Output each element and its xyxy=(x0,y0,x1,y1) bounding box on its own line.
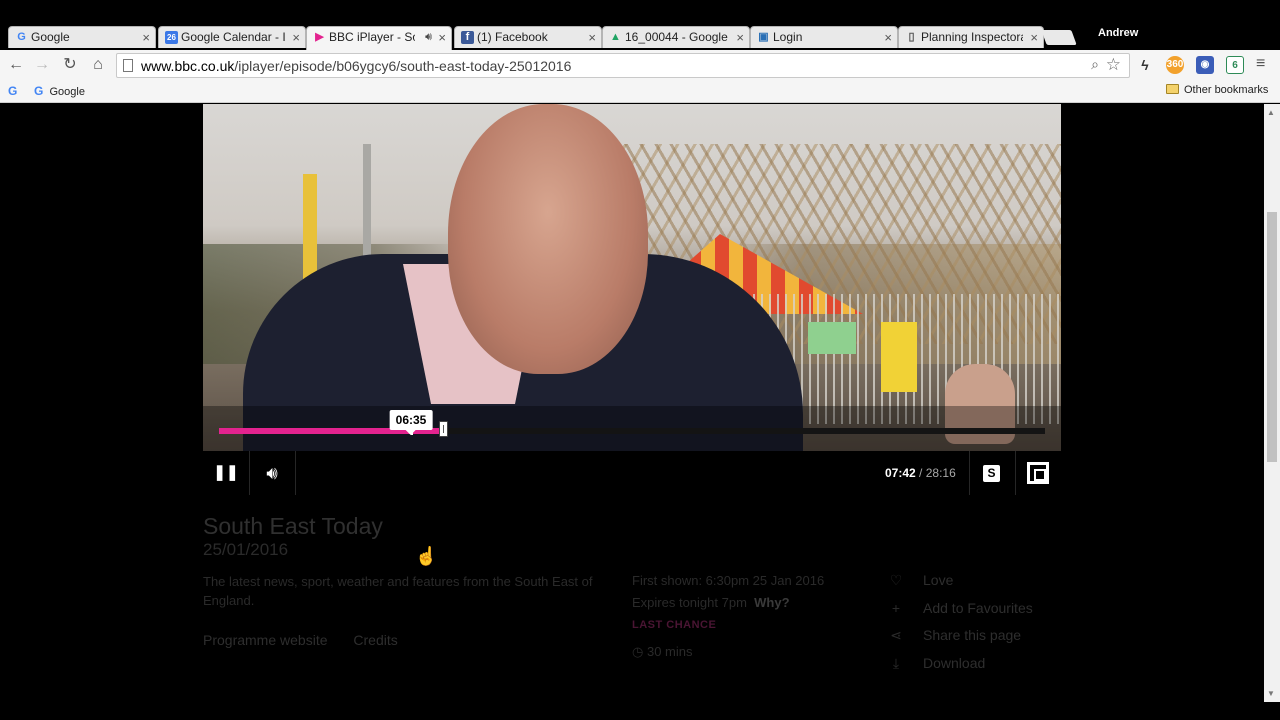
url-text[interactable]: www.bbc.co.uk/iplayer/episode/b06ygcy6/s… xyxy=(141,58,571,74)
heart-icon: ♡ xyxy=(889,572,903,588)
tab-label: Planning Inspectora xyxy=(921,30,1023,44)
tab-label: Google xyxy=(31,30,70,44)
tab-facebook[interactable]: f (1) Facebook × xyxy=(454,26,602,48)
reload-icon[interactable]: ↻ xyxy=(60,55,80,75)
expires-text: Expires tonight 7pm xyxy=(632,595,747,610)
tab-google-calendar[interactable]: 26 Google Calendar - I × xyxy=(158,26,306,48)
programme-description: The latest news, sport, weather and feat… xyxy=(203,574,593,608)
drive-favicon-icon: ▲ xyxy=(610,31,621,43)
why-link[interactable]: Why? xyxy=(754,595,789,610)
tab-label: Login xyxy=(773,30,803,44)
close-icon[interactable]: × xyxy=(438,27,446,48)
google-favicon-icon: G xyxy=(17,31,26,43)
document-favicon-icon: ▯ xyxy=(908,31,915,43)
browser-tab-strip: G Google × 26 Google Calendar - I × ▶ BB… xyxy=(0,0,1280,50)
subtitles-button[interactable]: S xyxy=(983,465,1000,482)
programme-duration: ◷ 30 mins xyxy=(632,644,693,659)
login-favicon-icon: ▣ xyxy=(758,31,769,43)
scroll-up-arrow-icon[interactable]: ▲ xyxy=(1267,108,1275,117)
lightning-extension-icon[interactable]: ϟ xyxy=(1136,56,1154,74)
home-icon[interactable]: ⌂ xyxy=(88,55,108,75)
progress-area[interactable]: 06:35 xyxy=(203,406,1061,451)
green-sign xyxy=(808,322,856,354)
tab-google[interactable]: G Google × xyxy=(8,26,156,48)
progress-track[interactable]: 06:35 xyxy=(219,410,1045,437)
total-time: / 28:16 xyxy=(919,466,956,480)
address-bar[interactable]: www.bbc.co.uk/iplayer/episode/b06ygcy6/s… xyxy=(116,53,1130,78)
share-button[interactable]: ⋖ Share this page xyxy=(888,624,1033,652)
close-icon[interactable]: × xyxy=(736,27,744,48)
last-chance-badge: LAST CHANCE xyxy=(632,619,717,631)
scroll-down-arrow-icon[interactable]: ▼ xyxy=(1267,689,1275,698)
folder-icon xyxy=(1166,84,1179,94)
google-icon: G xyxy=(34,84,44,98)
close-icon[interactable]: × xyxy=(292,27,300,48)
extension-green-icon[interactable]: 6 xyxy=(1226,56,1244,74)
page-icon xyxy=(123,59,133,72)
clock-icon: ◷ xyxy=(632,644,644,659)
bookmark-google[interactable]: G Google xyxy=(34,84,85,98)
close-icon[interactable]: × xyxy=(588,27,596,48)
plus-icon: + xyxy=(891,599,901,616)
speaker-icon[interactable]: 🔊︎ xyxy=(425,27,432,48)
tab-login[interactable]: ▣ Login × xyxy=(750,26,898,48)
programme-actions: ♡ Love + Add to Favourites ⋖ Share this pag… xyxy=(888,569,1033,679)
download-icon: ⤓ xyxy=(892,654,900,671)
presenter-head xyxy=(448,104,648,374)
apps-google-icon[interactable]: G xyxy=(8,84,17,98)
yellow-sign xyxy=(881,322,917,392)
close-icon[interactable]: × xyxy=(884,27,892,48)
close-icon[interactable]: × xyxy=(1030,27,1038,48)
tab-label: (1) Facebook xyxy=(477,30,548,44)
tab-label: Google Calendar - I xyxy=(181,30,285,44)
credits-link[interactable]: Credits xyxy=(353,632,397,648)
programme-website-link[interactable]: Programme website xyxy=(203,632,328,648)
close-icon[interactable]: × xyxy=(142,27,150,48)
fullscreen-icon[interactable] xyxy=(1027,462,1049,484)
forward-arrow-icon[interactable]: → xyxy=(32,55,52,75)
programme-title: South East Today xyxy=(203,513,383,539)
scroll-thumb[interactable] xyxy=(1267,212,1277,462)
time-tooltip: 06:35 xyxy=(389,410,433,435)
time-display: 07:42 / 28:16 xyxy=(885,451,956,495)
tab-label: 16_00044 - Google xyxy=(625,30,728,44)
extension-blue-icon[interactable]: ◉ xyxy=(1196,56,1214,74)
player-controls: ❚❚ 🔊︎ 07:42 / 28:16 S xyxy=(203,451,1061,495)
bookmark-star-icon[interactable]: ☆ xyxy=(1106,55,1121,75)
bookmarks-bar: G G Google Other bookmarks xyxy=(0,81,1280,103)
chrome-menu-icon[interactable]: ≡ xyxy=(1256,55,1265,73)
iplayer-page: 06:35 ❚❚ 🔊︎ 07:42 / 28:16 S ☝ South East… xyxy=(0,104,1264,702)
add-to-favourites-button[interactable]: + Add to Favourites xyxy=(888,597,1033,625)
tab-planning-inspectorate[interactable]: ▯ Planning Inspectora × xyxy=(898,26,1044,48)
download-button[interactable]: ⤓ Download xyxy=(888,652,1033,680)
browser-toolbar: ← → ↻ ⌂ www.bbc.co.uk/iplayer/episode/b0… xyxy=(0,50,1280,81)
other-bookmarks[interactable]: Other bookmarks xyxy=(1166,84,1268,96)
love-button[interactable]: ♡ Love xyxy=(888,569,1033,597)
share-icon: ⋖ xyxy=(890,627,902,643)
video-player[interactable]: 06:35 ❚❚ 🔊︎ 07:42 / 28:16 S xyxy=(203,104,1061,495)
facebook-favicon-icon: f xyxy=(461,31,474,44)
programme-links: Programme website Credits xyxy=(203,632,420,648)
calendar-favicon-icon: 26 xyxy=(165,31,178,44)
tab-google-drive[interactable]: ▲ 16_00044 - Google × xyxy=(602,26,750,48)
profile-name[interactable]: Andrew xyxy=(1098,27,1138,39)
first-shown: First shown: 6:30pm 25 Jan 2016 xyxy=(632,573,825,588)
availability-info: First shown: 6:30pm 25 Jan 2016 Expires … xyxy=(632,570,824,636)
scrub-handle[interactable] xyxy=(439,421,448,437)
current-time: 07:42 xyxy=(885,466,916,480)
new-tab-button[interactable] xyxy=(1041,30,1077,45)
hand-cursor-icon: ☝ xyxy=(415,546,438,566)
tab-label: BBC iPlayer - Sou xyxy=(329,30,415,44)
zoom-icon[interactable]: ⌕ xyxy=(1091,56,1099,73)
iplayer-favicon-icon: ▶ xyxy=(315,31,324,43)
pause-icon[interactable]: ❚❚ xyxy=(213,451,239,495)
volume-icon[interactable]: 🔊︎ xyxy=(255,451,289,495)
tab-bbc-iplayer[interactable]: ▶ BBC iPlayer - Sou 🔊︎ × xyxy=(306,26,452,50)
extension-360-icon[interactable]: 360 xyxy=(1166,56,1184,74)
video-frame[interactable]: 06:35 xyxy=(203,104,1061,451)
programme-date: 25/01/2016 xyxy=(203,540,289,559)
back-arrow-icon[interactable]: ← xyxy=(6,55,26,75)
page-scrollbar[interactable]: ▲ ▼ xyxy=(1264,104,1280,702)
